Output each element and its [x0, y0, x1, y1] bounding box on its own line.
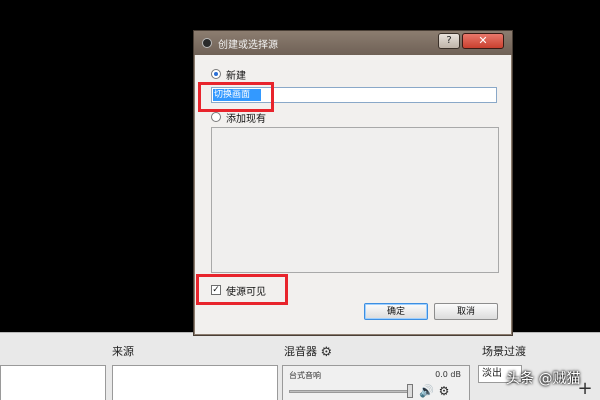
close-button[interactable]: ✕: [462, 33, 504, 49]
radio-add-existing-label: 添加现有: [226, 114, 266, 125]
radio-create-new-label: 新建: [226, 71, 246, 82]
transition-panel-title: 场景过渡: [482, 345, 526, 358]
help-button[interactable]: ?: [438, 33, 460, 49]
source-name-input[interactable]: [211, 87, 497, 103]
dialog-titlebar[interactable]: 创建或选择源 ? ✕: [194, 31, 512, 55]
radio-create-new[interactable]: [211, 69, 221, 79]
make-source-visible-checkbox[interactable]: ✓: [211, 285, 221, 295]
watermark: 头条 @贼猫: [506, 371, 581, 387]
dialog-title: 创建或选择源: [218, 40, 278, 51]
radio-add-existing[interactable]: [211, 112, 221, 122]
mixer-channel: 台式音响 0.0 dB 🔊 ⚙: [282, 365, 470, 400]
mixer-gear-icon[interactable]: ⚙: [321, 346, 333, 359]
existing-sources-list[interactable]: [211, 127, 499, 273]
obs-window: 来源 混音器 ⚙ 场景过渡 台式音响 0.0 dB 🔊 ⚙ 淡出 + 创建或选择…: [0, 0, 600, 400]
mixer-panel-title: 混音器 ⚙: [284, 343, 332, 359]
sources-panel-title: 来源: [112, 345, 134, 358]
create-select-source-dialog: 创建或选择源 ? ✕ 新建 切换画面 添加现有 ✓ 使源可见 确定 取消: [193, 30, 513, 336]
sources-list[interactable]: [112, 365, 278, 400]
mixer-channel-name: 台式音响: [289, 371, 321, 380]
mixer-title-text: 混音器: [284, 345, 317, 358]
volume-slider-handle[interactable]: [407, 384, 413, 398]
make-source-visible-label: 使源可见: [226, 287, 266, 298]
obs-app-icon: [202, 38, 212, 48]
channel-gear-icon[interactable]: ⚙: [437, 384, 451, 398]
ok-button[interactable]: 确定: [364, 303, 428, 320]
bottom-dock: 来源 混音器 ⚙ 场景过渡 台式音响 0.0 dB 🔊 ⚙ 淡出 +: [0, 332, 600, 400]
mixer-channel-db: 0.0 dB: [435, 370, 461, 379]
volume-slider-track[interactable]: [289, 390, 411, 393]
cancel-button[interactable]: 取消: [434, 303, 498, 320]
speaker-icon[interactable]: 🔊: [419, 384, 434, 398]
scenes-list[interactable]: [0, 365, 106, 400]
